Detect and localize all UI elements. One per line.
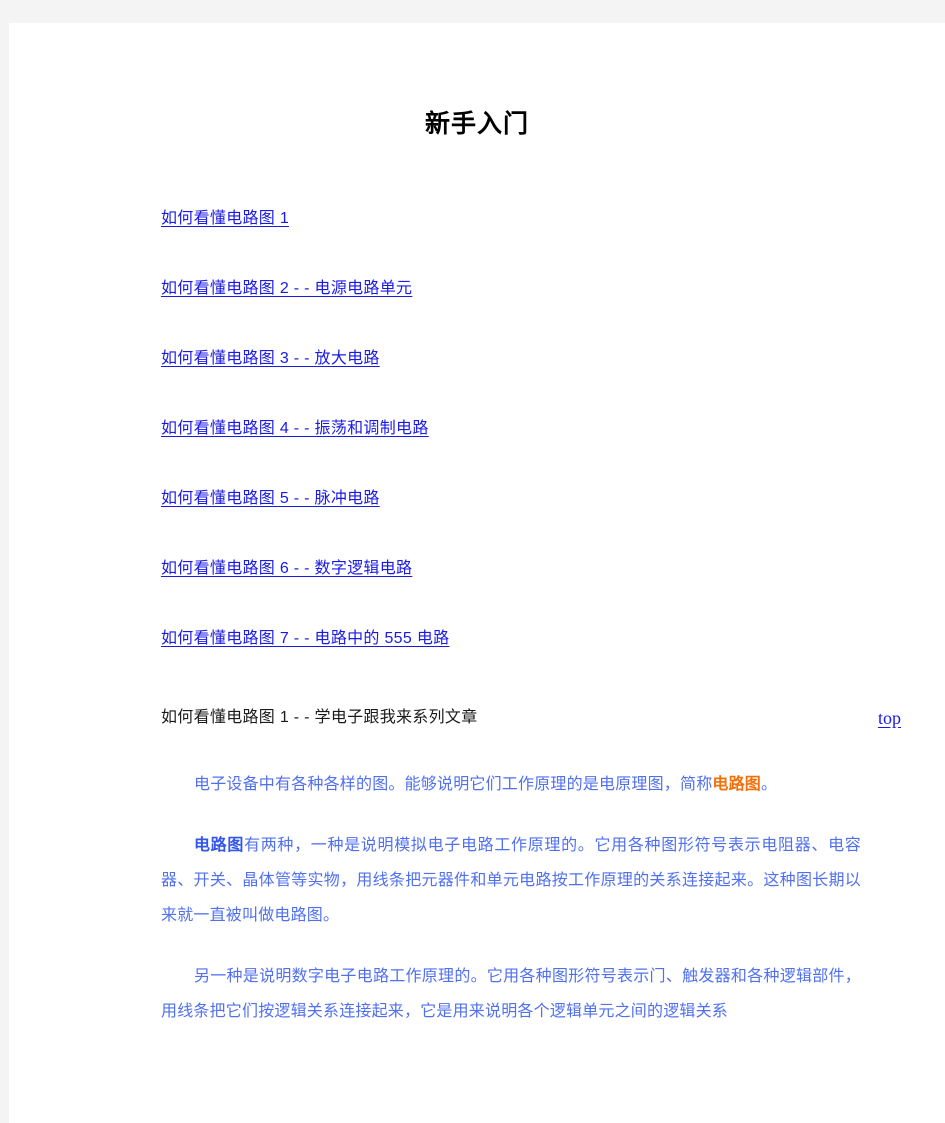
toc-link-list: 如何看懂电路图 1 如何看懂电路图 2 - - 电源电路单元 如何看懂电路图 3…: [161, 205, 901, 695]
toc-link-1[interactable]: 如何看懂电路图 1: [161, 205, 289, 233]
toc-link-7[interactable]: 如何看懂电路图 7 - - 电路中的 555 电路: [161, 625, 449, 653]
keyword-circuit-diagram-orange: 电路图: [712, 776, 762, 793]
toc-link-4[interactable]: 如何看懂电路图 4 - - 振荡和调制电路: [161, 415, 429, 443]
paragraph-1-text-after: 。: [761, 776, 778, 793]
toc-link-2[interactable]: 如何看懂电路图 2 - - 电源电路单元: [161, 275, 412, 303]
section-heading: 如何看懂电路图 1 - - 学电子跟我来系列文章: [161, 709, 478, 726]
paragraph-3-text: 另一种是说明数字电子电路工作原理的。它用各种图形符号表示门、触发器和各种逻辑部件…: [161, 968, 861, 1020]
list-item: 如何看懂电路图 1: [161, 205, 901, 275]
toc-link-5[interactable]: 如何看懂电路图 5 - - 脉冲电路: [161, 485, 380, 513]
document-page: 新手入门 如何看懂电路图 1 如何看懂电路图 2 - - 电源电路单元 如何看懂…: [9, 23, 945, 1123]
page-title: 新手入门: [424, 110, 529, 138]
list-item: 如何看懂电路图 4 - - 振荡和调制电路: [161, 415, 901, 485]
list-item: 如何看懂电路图 6 - - 数字逻辑电路: [161, 555, 901, 625]
article-body: 电子设备中有各种各样的图。能够说明它们工作原理的是电原理图，简称电路图。 电路图…: [161, 767, 861, 1029]
section-header: 如何看懂电路图 1 - - 学电子跟我来系列文章 top: [161, 705, 901, 735]
paragraph-3: 另一种是说明数字电子电路工作原理的。它用各种图形符号表示门、触发器和各种逻辑部件…: [161, 959, 861, 1029]
back-to-top-link[interactable]: top: [878, 705, 901, 731]
toc-link-6[interactable]: 如何看懂电路图 6 - - 数字逻辑电路: [161, 555, 412, 583]
list-item: 如何看懂电路图 2 - - 电源电路单元: [161, 275, 901, 345]
list-item: 如何看懂电路图 5 - - 脉冲电路: [161, 485, 901, 555]
keyword-circuit-diagram-blue: 电路图: [194, 837, 245, 854]
paragraph-1: 电子设备中有各种各样的图。能够说明它们工作原理的是电原理图，简称电路图。: [161, 767, 861, 802]
list-item: 如何看懂电路图 7 - - 电路中的 555 电路: [161, 625, 901, 695]
paragraph-2-text-after: 有两种，一种是说明模拟电子电路工作原理的。它用各种图形符号表示电阻器、电容器、开…: [161, 837, 861, 924]
toc-link-3[interactable]: 如何看懂电路图 3 - - 放大电路: [161, 345, 380, 373]
paragraph-2: 电路图有两种，一种是说明模拟电子电路工作原理的。它用各种图形符号表示电阻器、电容…: [161, 828, 861, 933]
list-item: 如何看懂电路图 3 - - 放大电路: [161, 345, 901, 415]
paragraph-1-text-before: 电子设备中有各种各样的图。能够说明它们工作原理的是电原理图，简称: [194, 776, 713, 793]
document-page-inner: 新手入门 如何看懂电路图 1 如何看懂电路图 2 - - 电源电路单元 如何看懂…: [9, 23, 945, 1123]
